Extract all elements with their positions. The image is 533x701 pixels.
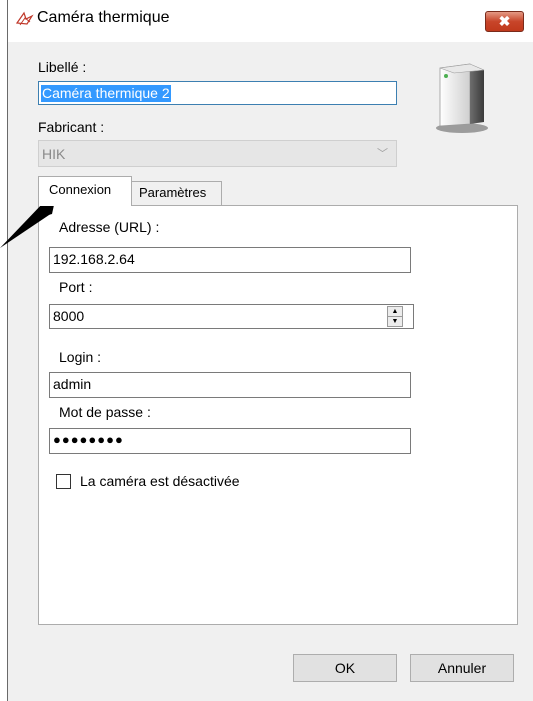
ok-button[interactable]: OK [293,654,397,682]
port-input[interactable]: 8000 [49,304,414,329]
pointer-arrow [0,196,56,248]
tab-parametres[interactable]: Paramètres [131,181,222,206]
port-stepper[interactable]: ▲ ▼ [387,306,403,327]
port-label: Port : [59,279,93,295]
login-input[interactable]: admin [49,372,411,398]
password-label: Mot de passe : [59,404,151,420]
spin-up-icon[interactable]: ▲ [388,307,402,317]
cancel-button[interactable]: Annuler [410,654,514,682]
dialog-window: Caméra thermique ✖ Libellé : Caméra ther… [7,0,533,701]
disabled-checkbox-label[interactable]: La caméra est désactivée [80,473,240,489]
adresse-label: Adresse (URL) : [59,219,160,235]
libelle-field[interactable]: Caméra thermique 2 [38,81,397,105]
title-bar[interactable]: Caméra thermique ✖ [8,0,533,42]
libelle-value: Caméra thermique 2 [41,85,171,102]
disabled-checkbox[interactable] [56,474,71,489]
chevron-down-icon: ﹀ [377,148,388,160]
login-label: Login : [59,349,102,365]
password-input[interactable]: ●●●●●●●● [49,428,411,454]
spin-down-icon[interactable]: ▼ [388,317,402,326]
server-icon [436,63,488,133]
close-button[interactable]: ✖ [485,11,524,32]
adresse-input[interactable]: 192.168.2.64 [49,247,411,273]
fabricant-select[interactable]: HIK ﹀ [38,140,397,167]
tab-connexion[interactable]: Connexion [38,176,132,206]
